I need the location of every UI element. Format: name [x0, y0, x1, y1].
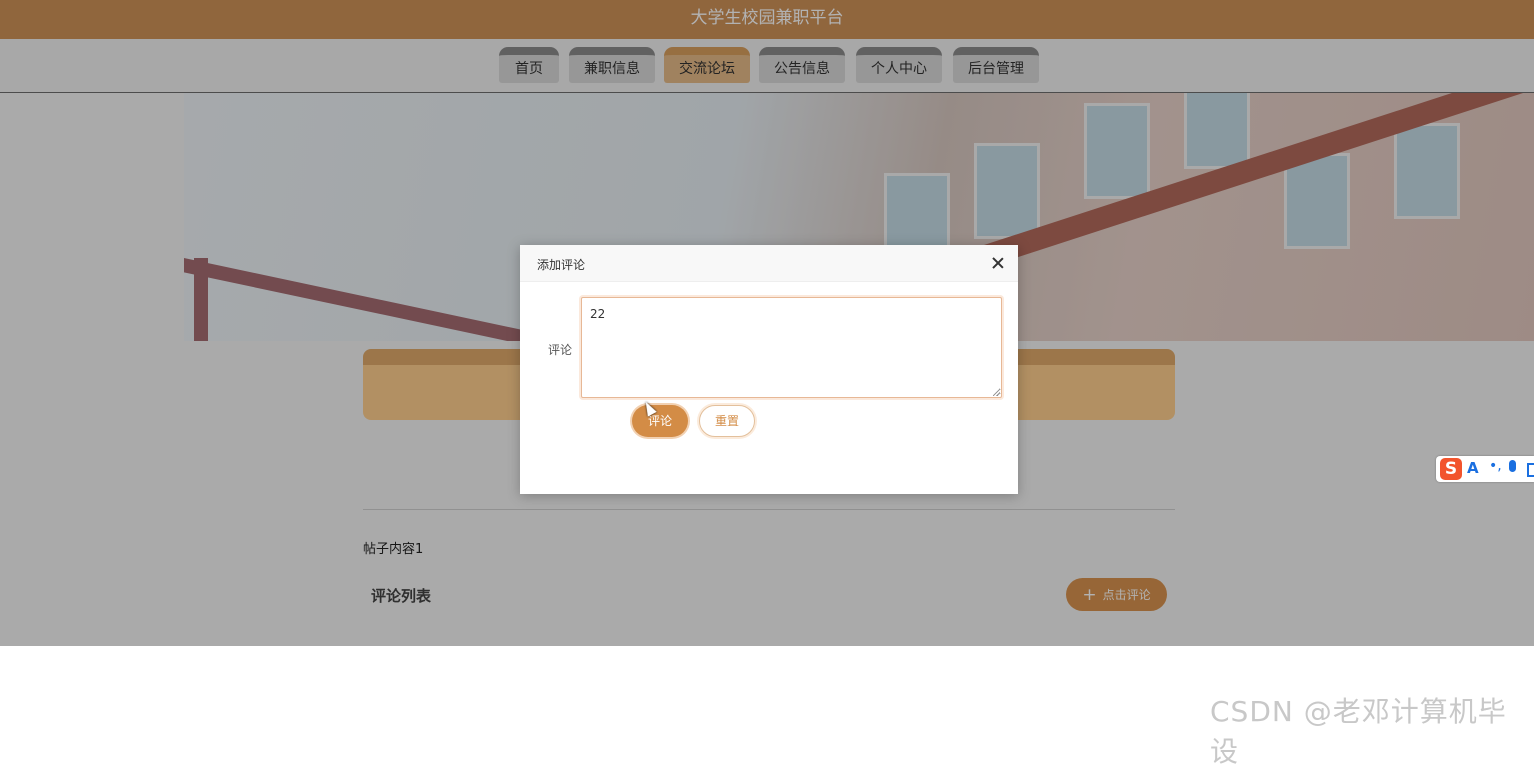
reset-button[interactable]: 重置	[699, 405, 755, 437]
comment-field-label: 评论	[548, 343, 573, 357]
ime-letter[interactable]: A	[1467, 459, 1479, 477]
watermark: CSDN @老邓计算机毕设	[1210, 695, 1507, 768]
add-comment-dialog: 添加评论 评论 22 评论 重置	[520, 245, 1018, 494]
close-icon[interactable]	[990, 255, 1006, 271]
dialog-title: 添加评论	[537, 258, 586, 272]
ime-toolbar[interactable]: S A •,	[1436, 456, 1534, 482]
sogou-logo-icon: S	[1440, 458, 1462, 480]
resize-grip-icon[interactable]	[993, 389, 1000, 396]
dialog-header: 添加评论	[520, 245, 1018, 282]
ime-punctuation[interactable]: •,	[1489, 458, 1502, 474]
microphone-icon[interactable]	[1509, 460, 1516, 472]
submit-comment-button[interactable]: 评论	[632, 405, 688, 437]
keyboard-icon[interactable]	[1527, 463, 1534, 477]
comment-textarea[interactable]: 22	[581, 297, 1002, 398]
